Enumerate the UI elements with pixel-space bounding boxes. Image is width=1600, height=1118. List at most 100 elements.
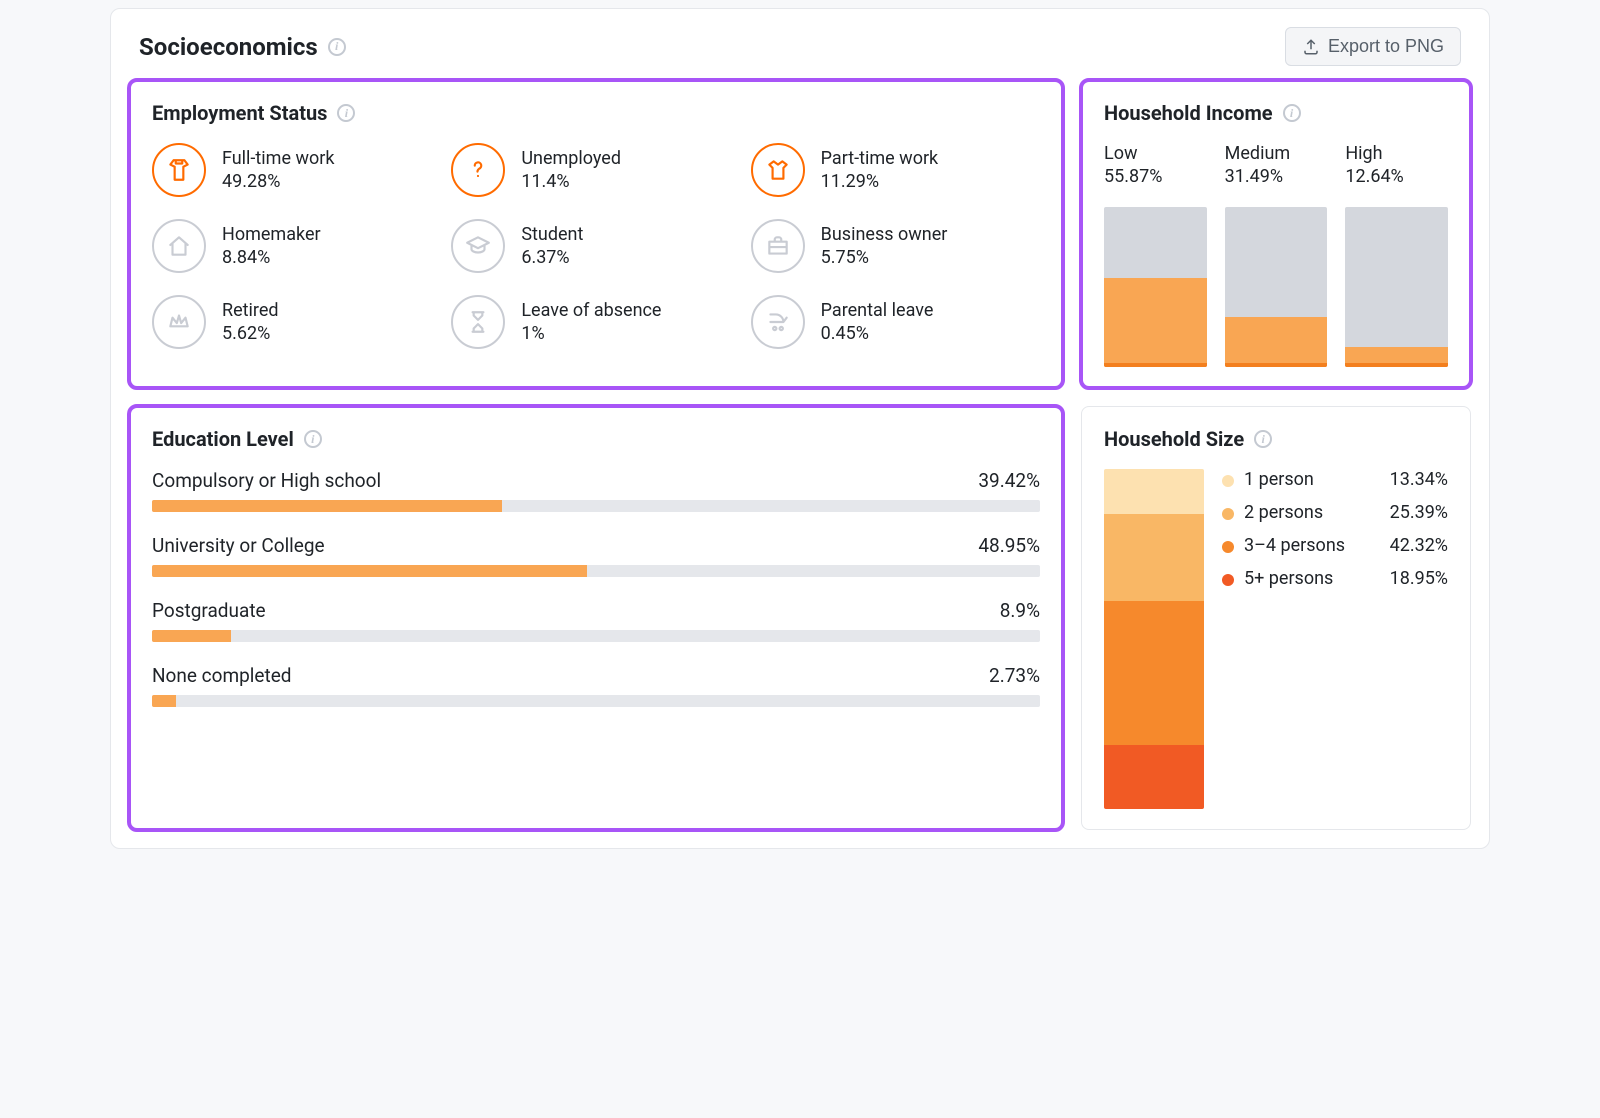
employment-label: Unemployed	[521, 148, 621, 169]
income-column: High 12.64%	[1345, 143, 1448, 367]
employment-title-text: Employment Status	[152, 101, 327, 125]
education-bar-fill	[152, 565, 587, 577]
education-level-card: Education Level i Compulsory or High sch…	[129, 406, 1063, 830]
employment-label: Full-time work	[222, 148, 334, 169]
income-value: 31.49%	[1225, 166, 1328, 187]
employment-item: Unemployed 11.4%	[451, 143, 740, 197]
household-size-legend-row: 2 persons 25.39%	[1222, 502, 1448, 523]
info-icon[interactable]: i	[337, 104, 355, 122]
education-item: University or College 48.95%	[152, 534, 1040, 577]
income-column: Medium 31.49%	[1225, 143, 1328, 367]
legend-dot-icon	[1222, 574, 1234, 586]
info-icon[interactable]: i	[328, 38, 346, 56]
panel-title: Socioeconomics i	[139, 33, 346, 61]
card-title: Education Level i	[152, 427, 1040, 451]
export-button-label: Export to PNG	[1328, 36, 1444, 57]
household-size-title-text: Household Size	[1104, 427, 1244, 451]
education-bar	[152, 630, 1040, 642]
income-bar	[1345, 207, 1448, 367]
education-bar	[152, 695, 1040, 707]
legend-dot-icon	[1222, 541, 1234, 553]
income-title-text: Household Income	[1104, 101, 1273, 125]
education-label: University or College	[152, 534, 325, 557]
household-size-segment	[1104, 745, 1204, 809]
panel-title-text: Socioeconomics	[139, 33, 318, 61]
employment-label: Student	[521, 224, 583, 245]
income-bar-fill	[1104, 278, 1207, 367]
employment-status-card: Employment Status i Full-time work 49.28…	[129, 80, 1063, 388]
employment-item: Leave of absence 1%	[451, 295, 740, 349]
education-value: 2.73%	[989, 664, 1040, 687]
home-icon	[152, 219, 206, 273]
education-value: 39.42%	[978, 469, 1040, 492]
tshirt-icon	[751, 143, 805, 197]
household-size-label: 5+ persons	[1244, 568, 1380, 589]
shirt-icon	[152, 143, 206, 197]
education-title-text: Education Level	[152, 427, 294, 451]
education-label: Compulsory or High school	[152, 469, 381, 492]
household-size-legend-row: 3–4 persons 42.32%	[1222, 535, 1448, 556]
question-icon	[451, 143, 505, 197]
card-title: Employment Status i	[152, 101, 1040, 125]
employment-item: Retired 5.62%	[152, 295, 441, 349]
employment-label: Business owner	[821, 224, 948, 245]
education-item: Compulsory or High school 39.42%	[152, 469, 1040, 512]
employment-value: 5.62%	[222, 323, 279, 344]
panel-header: Socioeconomics i Export to PNG	[111, 9, 1489, 80]
education-bar	[152, 565, 1040, 577]
education-item: Postgraduate 8.9%	[152, 599, 1040, 642]
education-label: Postgraduate	[152, 599, 266, 622]
income-bar-fill	[1225, 317, 1328, 367]
employment-item: Parental leave 0.45%	[751, 295, 1040, 349]
household-size-value: 18.95%	[1390, 568, 1448, 589]
education-item: None completed 2.73%	[152, 664, 1040, 707]
household-size-label: 2 persons	[1244, 502, 1380, 523]
household-size-legend-row: 1 person 13.34%	[1222, 469, 1448, 490]
household-size-value: 13.34%	[1390, 469, 1448, 490]
upload-icon	[1302, 38, 1320, 56]
legend-dot-icon	[1222, 475, 1234, 487]
education-bar-fill	[152, 695, 176, 707]
socioeconomics-panel: Socioeconomics i Export to PNG Employmen…	[110, 8, 1490, 849]
employment-value: 11.29%	[821, 171, 939, 192]
export-to-png-button[interactable]: Export to PNG	[1285, 27, 1461, 66]
crown-icon	[152, 295, 206, 349]
income-value: 55.87%	[1104, 166, 1207, 187]
education-bar	[152, 500, 1040, 512]
education-bar-fill	[152, 500, 502, 512]
hourglass-icon	[451, 295, 505, 349]
income-label: Medium	[1225, 143, 1328, 164]
employment-value: 8.84%	[222, 247, 321, 268]
household-size-legend-row: 5+ persons 18.95%	[1222, 568, 1448, 589]
household-size-value: 25.39%	[1390, 502, 1448, 523]
education-bar-fill	[152, 630, 231, 642]
info-icon[interactable]: i	[1254, 430, 1272, 448]
employment-value: 1%	[521, 323, 661, 344]
employment-value: 6.37%	[521, 247, 583, 268]
stroller-icon	[751, 295, 805, 349]
briefcase-icon	[751, 219, 805, 273]
employment-value: 49.28%	[222, 171, 334, 192]
household-size-label: 3–4 persons	[1244, 535, 1380, 556]
employment-item: Homemaker 8.84%	[152, 219, 441, 273]
income-bar	[1104, 207, 1207, 367]
employment-item: Business owner 5.75%	[751, 219, 1040, 273]
card-title: Household Income i	[1104, 101, 1448, 125]
income-bar	[1225, 207, 1328, 367]
education-value: 48.95%	[978, 534, 1040, 557]
household-size-card: Household Size i 1 person 13.34% 2 perso…	[1081, 406, 1471, 830]
education-value: 8.9%	[1000, 599, 1040, 622]
income-label: High	[1345, 143, 1448, 164]
legend-dot-icon	[1222, 508, 1234, 520]
employment-value: 11.4%	[521, 171, 621, 192]
household-size-stacked-bar	[1104, 469, 1204, 809]
employment-label: Part-time work	[821, 148, 939, 169]
card-title: Household Size i	[1104, 427, 1448, 451]
info-icon[interactable]: i	[1283, 104, 1301, 122]
household-income-card: Household Income i Low 55.87% Medium 31.…	[1081, 80, 1471, 388]
income-bar-fill	[1345, 347, 1448, 367]
household-size-segment	[1104, 469, 1204, 514]
income-value: 12.64%	[1345, 166, 1448, 187]
info-icon[interactable]: i	[304, 430, 322, 448]
employment-item: Full-time work 49.28%	[152, 143, 441, 197]
